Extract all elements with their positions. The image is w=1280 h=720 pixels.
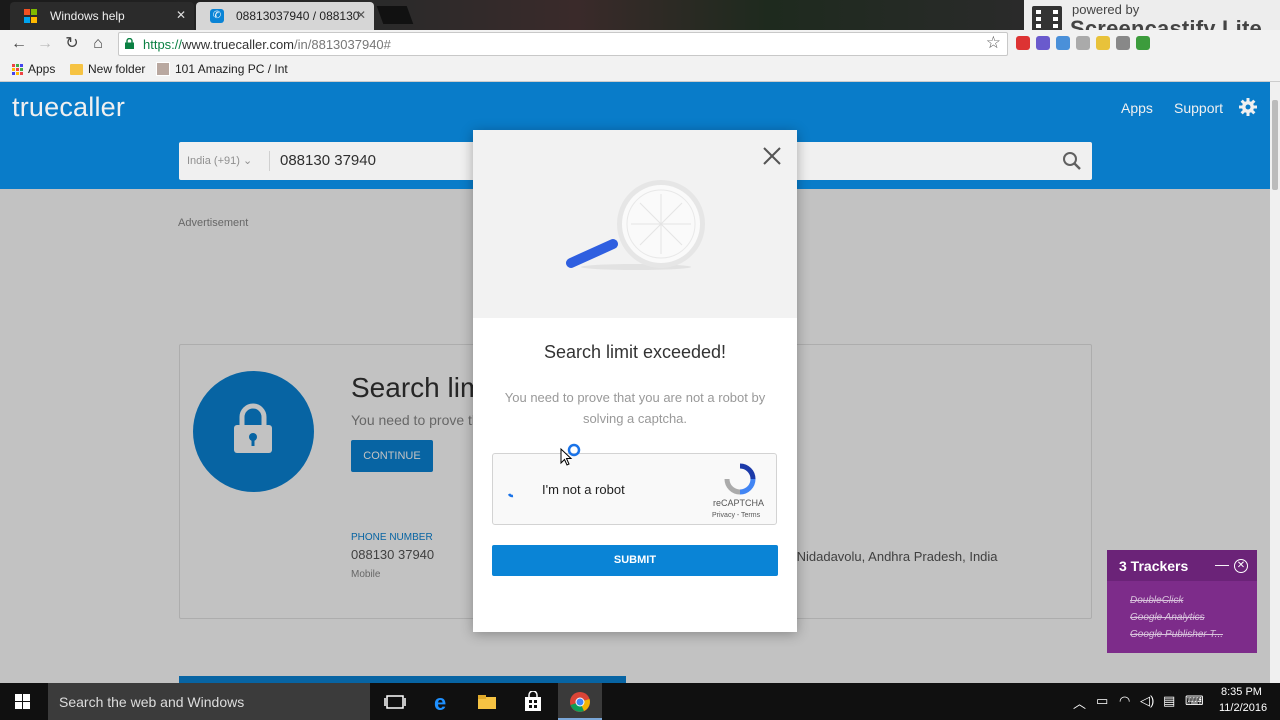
clock-time[interactable]: 8:35 PM bbox=[1221, 686, 1262, 698]
recaptcha-widget: I'm not a robot reCAPTCHA Privacy - Term… bbox=[492, 453, 777, 525]
bookmark-101-amazing[interactable]: 101 Amazing PC / Int bbox=[156, 62, 288, 76]
tab-title: 08813037940 / 088130 bbox=[236, 9, 360, 23]
chrome-taskbar-button[interactable] bbox=[558, 683, 602, 720]
close-icon[interactable]: ✕ bbox=[1234, 559, 1248, 573]
extension-icons bbox=[1016, 36, 1150, 50]
tab-title: Windows help bbox=[50, 9, 125, 23]
apps-grid-icon bbox=[12, 63, 23, 75]
extension-icon[interactable] bbox=[1096, 36, 1110, 50]
task-view-icon[interactable] bbox=[384, 691, 406, 713]
spinner-icon[interactable] bbox=[505, 484, 521, 500]
extension-icon[interactable] bbox=[1136, 36, 1150, 50]
recaptcha-brand: reCAPTCHA bbox=[713, 498, 765, 508]
trackers-title: 3 Trackers bbox=[1119, 558, 1189, 574]
phone-icon: ✆ bbox=[210, 9, 224, 23]
chrome-icon bbox=[570, 692, 590, 712]
edge-browser-icon[interactable]: e bbox=[431, 691, 453, 713]
page-scrollbar[interactable] bbox=[1270, 82, 1280, 683]
trackers-panel: 3 Trackers — ✕ DoubleClick Google Analyt… bbox=[1107, 550, 1257, 653]
bookmark-label: Apps bbox=[28, 62, 56, 76]
bookmark-new-folder[interactable]: New folder bbox=[70, 62, 145, 76]
tab-close-icon[interactable]: ✕ bbox=[356, 8, 366, 22]
bookmark-star-icon[interactable]: ☆ bbox=[986, 33, 1001, 53]
minimize-icon[interactable]: — bbox=[1215, 556, 1229, 572]
browser-toolbar: ← → ↻ ⌂ https://www.truecaller.com/in/88… bbox=[0, 30, 1280, 58]
forward-arrow-icon[interactable]: → bbox=[35, 34, 55, 54]
mouse-cursor-icon bbox=[560, 443, 581, 466]
volume-icon[interactable]: ◁) bbox=[1140, 693, 1154, 709]
close-icon[interactable] bbox=[762, 146, 782, 166]
extension-icon[interactable] bbox=[1076, 36, 1090, 50]
bookmark-apps[interactable]: Apps bbox=[12, 62, 55, 76]
modal-illustration-area bbox=[473, 130, 797, 318]
battery-icon[interactable]: ▭ bbox=[1096, 693, 1108, 709]
clock-date[interactable]: 11/2/2016 bbox=[1219, 702, 1267, 714]
extension-icon[interactable] bbox=[1036, 36, 1050, 50]
scrollbar-thumb[interactable] bbox=[1272, 100, 1278, 190]
extension-icon[interactable] bbox=[1016, 36, 1030, 50]
store-icon[interactable] bbox=[522, 691, 544, 713]
magnifier-illustration-icon bbox=[566, 180, 705, 270]
extension-icon[interactable] bbox=[1116, 36, 1130, 50]
secure-lock-icon bbox=[125, 38, 134, 49]
tab-truecaller[interactable]: ✆ 08813037940 / 088130 ✕ bbox=[196, 2, 374, 30]
tab-windows-help[interactable]: Windows help ✕ bbox=[10, 2, 194, 30]
windows-logo-icon bbox=[24, 9, 38, 23]
windows-taskbar: Search the web and Windows e ︿ ▭ ◠ ◁) ▤ … bbox=[0, 683, 1280, 720]
tracker-item: Google Publisher T... bbox=[1130, 629, 1224, 640]
svg-text:e: e bbox=[434, 691, 446, 713]
recaptcha-logo-icon bbox=[724, 463, 756, 495]
wifi-icon[interactable]: ◠ bbox=[1119, 693, 1130, 709]
submit-button[interactable]: SUBMIT bbox=[492, 545, 778, 576]
screencastify-line1: powered by bbox=[1072, 2, 1140, 17]
keyboard-icon[interactable]: ⌨ bbox=[1185, 693, 1204, 709]
tracker-item: Google Analytics bbox=[1130, 612, 1205, 623]
tracker-item: DoubleClick bbox=[1130, 595, 1184, 606]
trackers-header: 3 Trackers — ✕ bbox=[1107, 550, 1257, 581]
modal-title: Search limit exceeded! bbox=[543, 342, 727, 362]
reload-icon[interactable]: ↻ bbox=[62, 34, 82, 54]
tab-close-icon[interactable]: ✕ bbox=[176, 8, 186, 22]
action-center-icon[interactable]: ▤ bbox=[1163, 693, 1175, 709]
home-icon[interactable]: ⌂ bbox=[88, 34, 108, 54]
bookmark-label: New folder bbox=[88, 62, 146, 76]
tray-chevron-icon[interactable]: ︿ bbox=[1073, 693, 1086, 712]
back-arrow-icon[interactable]: ← bbox=[9, 34, 29, 54]
extension-icon[interactable] bbox=[1056, 36, 1070, 50]
taskbar-search-placeholder: Search the web and Windows bbox=[59, 694, 245, 710]
bookmark-label: 101 Amazing PC / Int bbox=[175, 62, 288, 76]
recaptcha-label[interactable]: I'm not a robot bbox=[542, 482, 625, 497]
taskbar-search-box[interactable]: Search the web and Windows bbox=[48, 683, 370, 720]
page-thumbnail-icon bbox=[156, 62, 170, 76]
url-text: https://www.truecaller.com/in/8813037940… bbox=[143, 37, 391, 52]
start-windows-icon[interactable] bbox=[15, 694, 30, 709]
modal-description: You need to prove that you are not a rob… bbox=[504, 390, 766, 426]
folder-icon bbox=[70, 63, 83, 75]
bookmarks-bar: Apps New folder 101 Amazing PC / Int bbox=[0, 58, 1280, 82]
search-limit-modal: Search limit exceeded! You need to prove… bbox=[473, 130, 797, 632]
address-bar[interactable]: https://www.truecaller.com/in/8813037940… bbox=[118, 32, 1008, 56]
file-explorer-icon[interactable] bbox=[476, 691, 498, 713]
recaptcha-links[interactable]: Privacy - Terms bbox=[712, 512, 760, 519]
new-tab-button[interactable] bbox=[376, 6, 414, 24]
